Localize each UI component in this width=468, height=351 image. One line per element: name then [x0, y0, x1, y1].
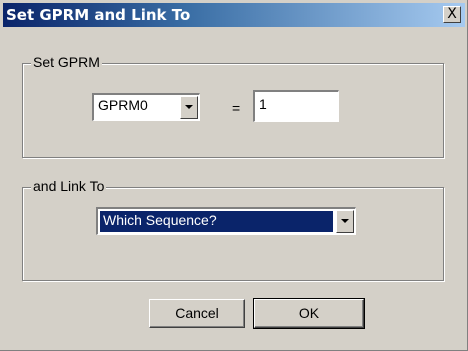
cancel-button[interactable]: Cancel — [149, 299, 245, 328]
link-target-select[interactable]: Which Sequence? — [96, 207, 356, 235]
gprm-value-text: 1 — [259, 96, 267, 112]
ok-button[interactable]: OK — [253, 298, 365, 329]
set-gprm-dialog: Set GPRM and Link To X Set GPRM GPRM0 = … — [0, 0, 468, 351]
gprm-register-value: GPRM0 — [98, 97, 148, 113]
gprm-register-dropdown-button[interactable] — [180, 96, 198, 119]
chevron-down-icon — [185, 105, 193, 109]
equals-sign: = — [232, 100, 241, 116]
close-button[interactable]: X — [443, 6, 461, 23]
link-target-dropdown-button[interactable] — [336, 210, 354, 233]
set-gprm-group-label: Set GPRM — [31, 54, 102, 70]
title-bar[interactable]: Set GPRM and Link To X — [3, 3, 465, 27]
gprm-register-select[interactable]: GPRM0 — [92, 93, 200, 121]
window-title: Set GPRM and Link To — [6, 6, 191, 24]
chevron-down-icon — [341, 219, 349, 223]
link-to-group-label: and Link To — [31, 178, 107, 194]
close-icon: X — [447, 6, 457, 22]
gprm-value-input[interactable]: 1 — [253, 90, 339, 122]
link-target-value: Which Sequence? — [100, 211, 333, 232]
